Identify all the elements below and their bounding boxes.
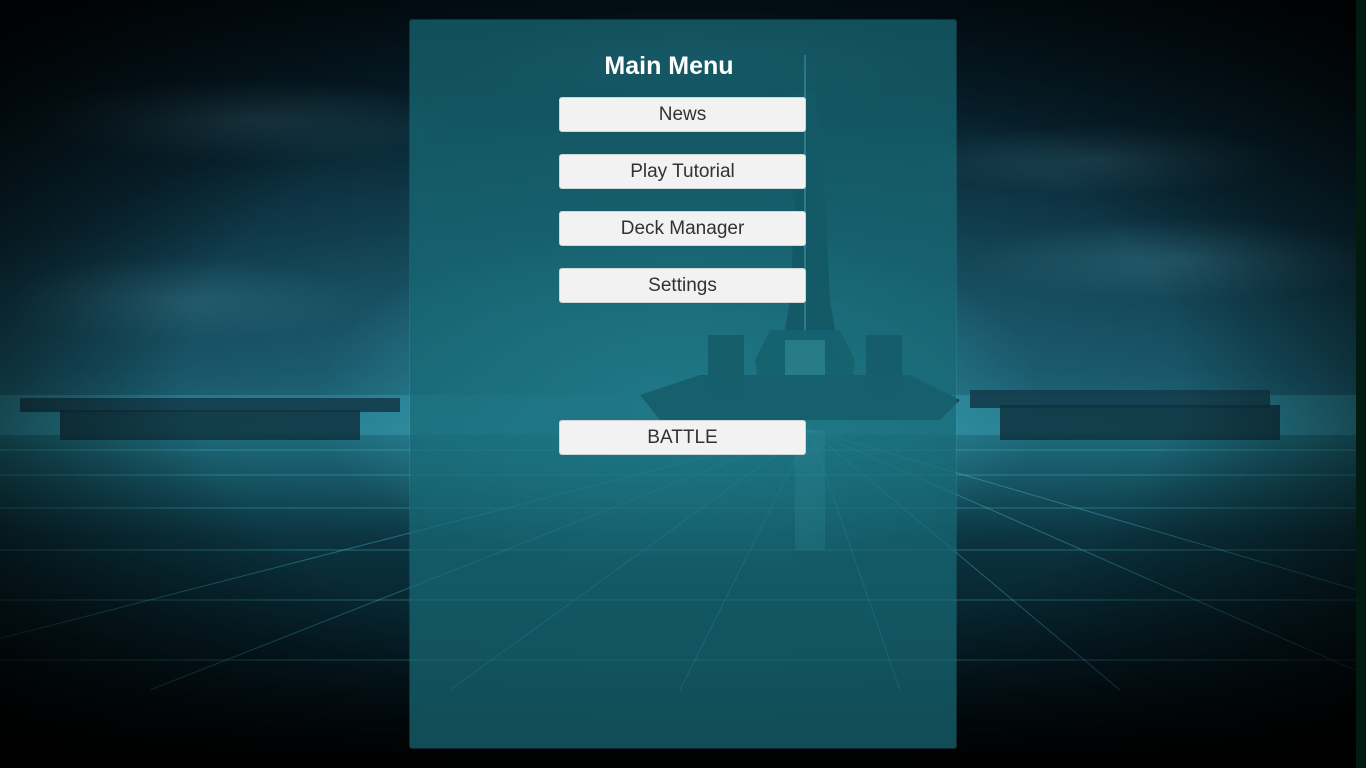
screen-edge-strip xyxy=(1356,0,1366,768)
play-tutorial-button[interactable]: Play Tutorial xyxy=(559,154,806,189)
battle-button[interactable]: BATTLE xyxy=(559,420,806,455)
settings-button[interactable]: Settings xyxy=(559,268,806,303)
news-button[interactable]: News xyxy=(559,97,806,132)
main-menu-title: Main Menu xyxy=(604,52,734,80)
deck-manager-button[interactable]: Deck Manager xyxy=(559,211,806,246)
game-background: Main Menu News Play Tutorial Deck Manage… xyxy=(0,0,1366,768)
